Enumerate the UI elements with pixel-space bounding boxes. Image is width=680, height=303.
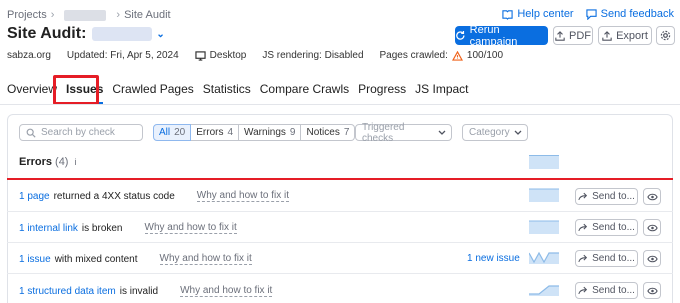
settings-button[interactable]	[656, 26, 675, 45]
help-center-link[interactable]: Help center	[502, 8, 574, 20]
page-title: Site Audit: ⌄	[7, 25, 165, 42]
severity-filter: All 20 Errors 4 Warnings 9 Notices 7	[153, 124, 356, 141]
top-links: Help center Send feedback	[502, 8, 674, 20]
project-name-redacted[interactable]	[92, 27, 153, 41]
search-input[interactable]: Search by check	[19, 124, 143, 141]
chevron-down-icon	[514, 130, 522, 135]
row-divider	[7, 273, 673, 274]
issue-trend-sparkline	[529, 220, 559, 234]
errors-trend-sparkline	[529, 155, 559, 169]
chat-icon	[585, 8, 597, 20]
tab-statistics[interactable]: Statistics	[203, 82, 251, 104]
issue-trend-sparkline	[529, 188, 559, 202]
share-arrow-icon	[578, 223, 588, 231]
issues-panel	[7, 114, 673, 303]
audit-meta: sabza.org Updated: Fri, Apr 5, 2024 Desk…	[7, 50, 503, 61]
chevron-down-icon[interactable]: ⌄	[156, 29, 164, 40]
issue-row: 1 structured data item is invalid Why an…	[19, 285, 273, 297]
tab-progress[interactable]: Progress	[358, 82, 406, 104]
breadcrumb: Projects › › Site Audit	[7, 9, 171, 21]
desktop-icon	[195, 50, 206, 61]
triggered-checks-dropdown[interactable]: Triggered checks	[355, 122, 452, 144]
send-to-button[interactable]: Send to...	[575, 219, 638, 236]
issue-row: 1 issue with mixed content Why and how t…	[19, 253, 252, 265]
issue-trend-sparkline	[529, 285, 559, 296]
tab-js-impact[interactable]: JS Impact	[415, 82, 468, 104]
issue-row: 1 internal link is broken Why and how to…	[19, 222, 237, 234]
upload-icon	[602, 30, 612, 41]
hide-issue-button[interactable]	[643, 219, 661, 236]
filter-errors[interactable]: Errors 4	[191, 124, 240, 141]
filter-warnings[interactable]: Warnings 9	[239, 124, 302, 141]
breadcrumb-separator: ›	[50, 9, 55, 21]
info-icon[interactable]: i	[74, 157, 76, 167]
breadcrumb-current: Site Audit	[124, 9, 171, 21]
js-rendering-label: JS rendering: Disabled	[262, 50, 364, 61]
send-feedback-link[interactable]: Send feedback	[585, 8, 674, 20]
hide-issue-button[interactable]	[643, 282, 661, 299]
errors-heading: Errors (4) i	[19, 156, 77, 168]
search-icon	[26, 128, 36, 138]
tab-overview[interactable]: Overview	[7, 82, 57, 104]
hide-issue-button[interactable]	[643, 188, 661, 205]
eye-icon	[646, 224, 658, 231]
eye-icon	[646, 193, 658, 200]
eye-icon	[646, 255, 658, 262]
domain-label: sabza.org	[7, 50, 51, 61]
rerun-campaign-button[interactable]: Rerun campaign	[455, 24, 548, 48]
row-divider	[7, 242, 673, 243]
filter-all[interactable]: All 20	[153, 124, 192, 141]
errors-separator	[7, 178, 673, 180]
upload-icon	[555, 30, 565, 41]
send-to-button[interactable]: Send to...	[575, 250, 638, 267]
warning-icon	[451, 50, 463, 61]
new-issue-link[interactable]: 1 new issue	[467, 253, 520, 264]
share-arrow-icon	[578, 192, 588, 200]
breadcrumb-project-name-redacted[interactable]	[64, 9, 107, 21]
tab-compare-crawls[interactable]: Compare Crawls	[260, 82, 349, 104]
eye-icon	[646, 287, 658, 294]
share-arrow-icon	[578, 286, 588, 294]
device-label: Desktop	[195, 50, 246, 61]
gear-icon	[660, 30, 671, 41]
row-divider	[7, 211, 673, 212]
updated-label: Updated: Fri, Apr 5, 2024	[66, 50, 179, 61]
pdf-button[interactable]: PDF	[553, 26, 593, 45]
book-icon	[502, 9, 513, 20]
export-button[interactable]: Export	[598, 26, 652, 45]
breadcrumb-projects[interactable]: Projects	[7, 9, 47, 21]
refresh-icon	[456, 31, 465, 40]
category-dropdown[interactable]: Category	[462, 124, 528, 141]
tab-divider	[0, 104, 680, 105]
tab-crawled-pages[interactable]: Crawled Pages	[112, 82, 193, 104]
filter-notices[interactable]: Notices 7	[301, 124, 356, 141]
share-arrow-icon	[578, 254, 588, 262]
send-to-button[interactable]: Send to...	[575, 282, 638, 299]
send-to-button[interactable]: Send to...	[575, 188, 638, 205]
hide-issue-button[interactable]	[643, 250, 661, 267]
highlight-box	[53, 75, 99, 105]
chevron-down-icon	[438, 130, 446, 135]
pages-crawled-label: Pages crawled: 100/100	[379, 50, 504, 61]
issue-row: 1 page returned a 4XX status code Why an…	[19, 190, 290, 202]
issue-trend-sparkline	[529, 251, 559, 264]
breadcrumb-separator: ›	[116, 9, 121, 21]
